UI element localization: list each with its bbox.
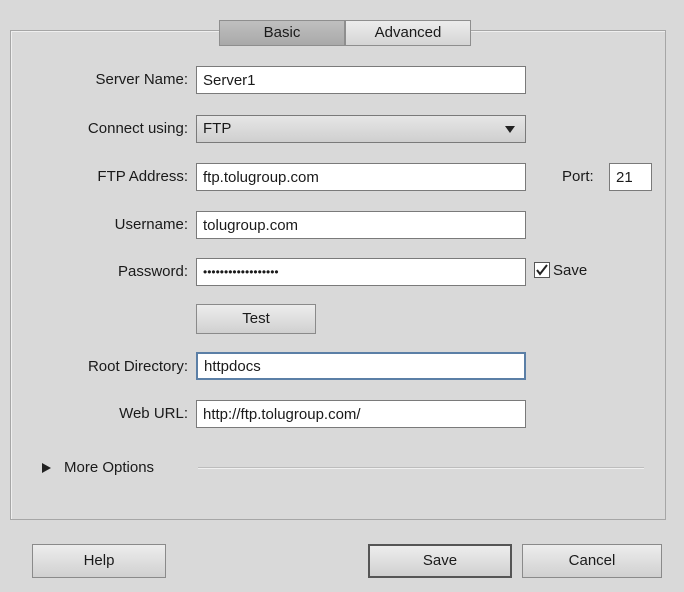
more-options-label: More Options [64, 459, 155, 476]
username-input[interactable] [196, 211, 526, 239]
password-input[interactable]: •••••••••••••••••• [196, 258, 526, 286]
chevron-down-icon [505, 126, 515, 133]
save-button[interactable]: Save [368, 544, 512, 578]
port-label: Port: [562, 168, 594, 185]
triangle-right-icon [42, 463, 51, 473]
connect-using-value: FTP [203, 120, 232, 137]
checkmark-icon [536, 264, 548, 276]
test-button[interactable]: Test [196, 304, 316, 334]
more-options-divider [198, 467, 644, 469]
connect-using-select[interactable]: FTP [196, 115, 526, 143]
server-name-input[interactable] [196, 66, 526, 94]
port-input[interactable] [609, 163, 652, 191]
root-directory-input[interactable] [196, 352, 526, 380]
ftp-address-input[interactable] [196, 163, 526, 191]
root-directory-label: Root Directory: [87, 358, 188, 375]
help-button[interactable]: Help [32, 544, 166, 578]
ftp-address-label: FTP Address: [97, 168, 188, 185]
username-label: Username: [114, 216, 188, 233]
server-name-label: Server Name: [95, 71, 188, 88]
password-label: Password: [117, 263, 188, 280]
web-url-label: Web URL: [119, 405, 188, 422]
save-password-checkbox[interactable] [534, 262, 550, 278]
save-password-label: Save [553, 262, 588, 279]
connect-using-label: Connect using: [87, 120, 188, 137]
tab-basic[interactable]: Basic [219, 20, 345, 46]
cancel-button[interactable]: Cancel [522, 544, 662, 578]
web-url-input[interactable] [196, 400, 526, 428]
tab-advanced[interactable]: Advanced [345, 20, 471, 46]
